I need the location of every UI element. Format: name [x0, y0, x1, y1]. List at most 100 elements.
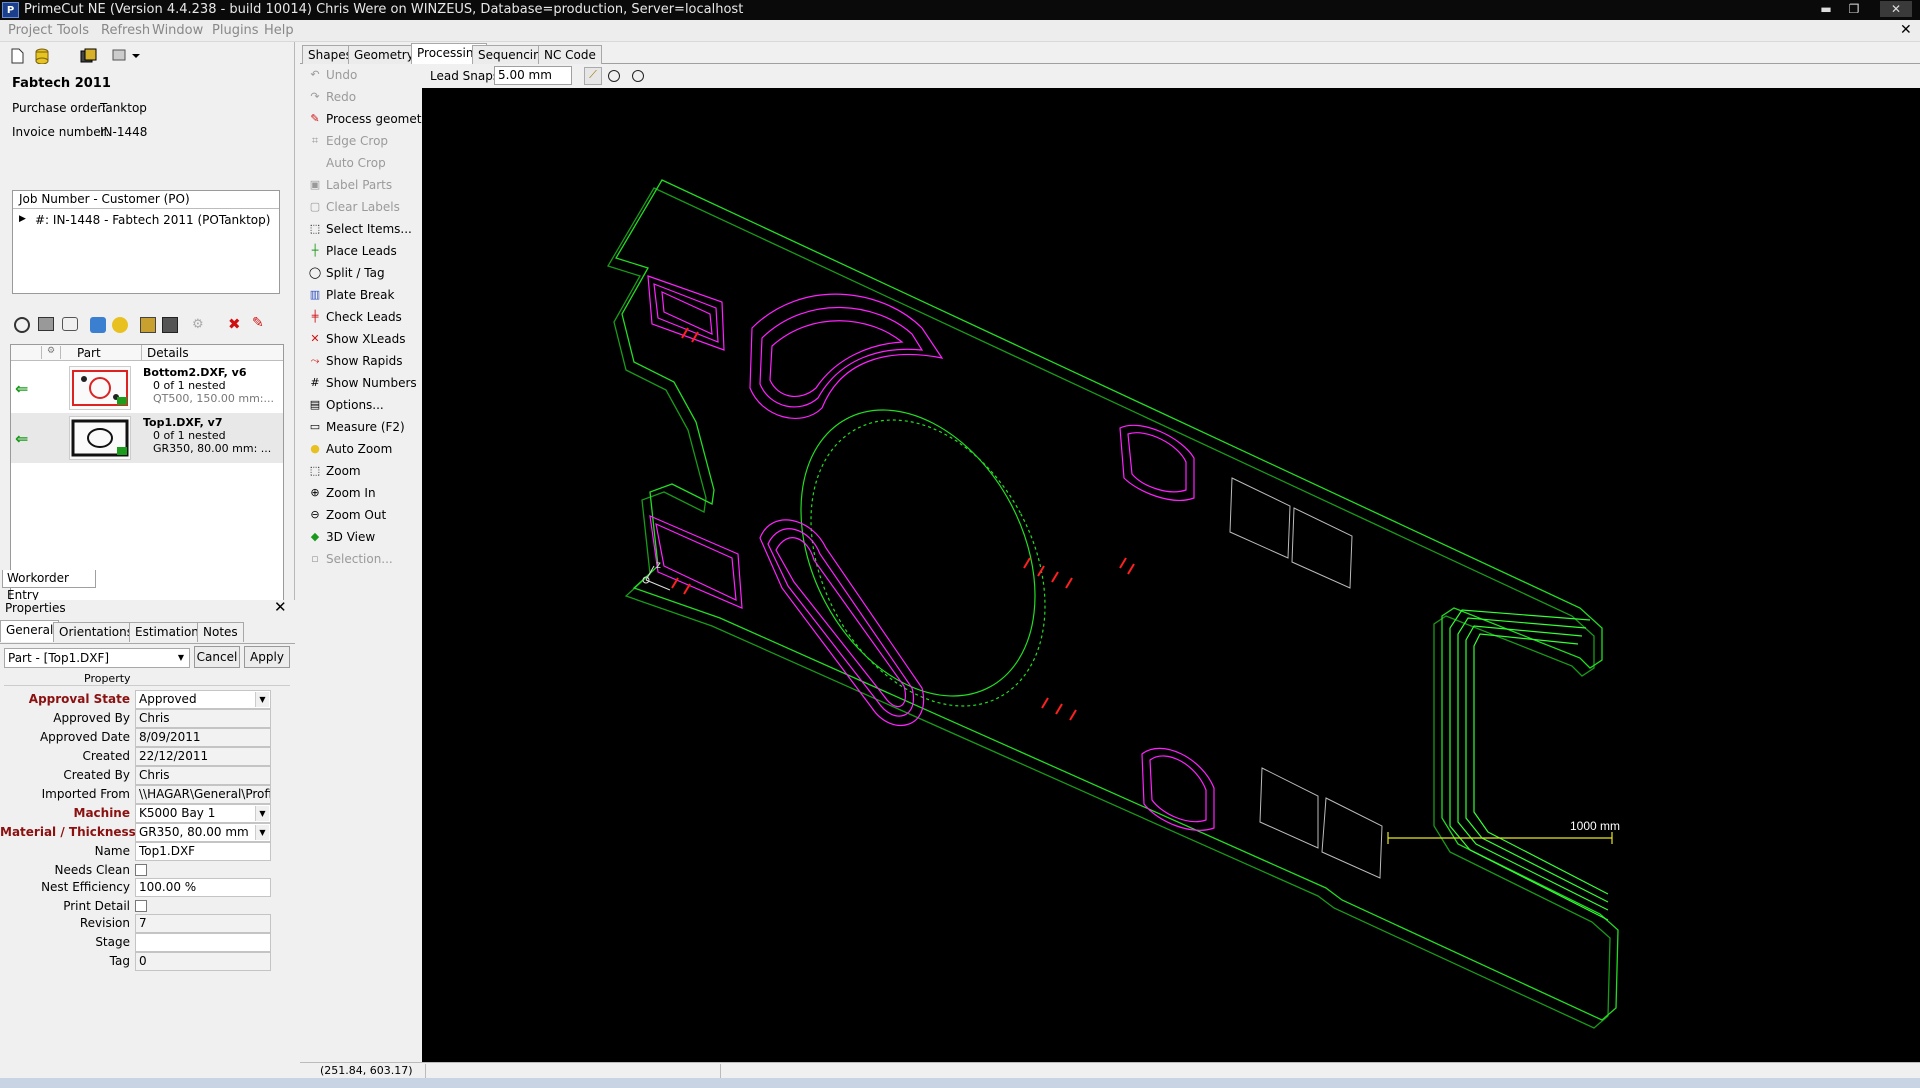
- job-tree-header[interactable]: Job Number - Customer (PO): [13, 191, 279, 209]
- command-show-xleads[interactable]: ✕ Show XLeads: [308, 328, 405, 350]
- property-value[interactable]: Chris: [135, 709, 271, 728]
- chevron-down-icon[interactable]: ▼: [174, 650, 188, 665]
- chevron-down-icon[interactable]: ▼: [255, 692, 269, 707]
- circle-part-icon[interactable]: [112, 317, 128, 333]
- company-name: Fabtech 2011: [12, 76, 111, 91]
- command-select-items[interactable]: ⬚ Select Items...: [308, 218, 412, 240]
- expand-arrow-icon[interactable]: ▶: [19, 214, 26, 224]
- command-show-numbers[interactable]: # Show Numbers: [308, 372, 416, 394]
- property-checkbox[interactable]: [135, 900, 147, 912]
- command-zoom-in[interactable]: ⊕ Zoom In: [308, 482, 375, 504]
- command-measure-f2[interactable]: ▭ Measure (F2): [308, 416, 405, 438]
- restore-icon[interactable]: ❐: [1844, 1, 1864, 17]
- object-selector[interactable]: Part - [Top1.DXF] ▼: [4, 648, 190, 668]
- command-edge-crop[interactable]: ⌗ Edge Crop: [308, 130, 388, 152]
- export-dropdown-icon[interactable]: [112, 48, 142, 66]
- link-icon[interactable]: [62, 317, 78, 331]
- menu-plugins[interactable]: Plugins: [212, 23, 259, 38]
- cancel-button[interactable]: Cancel: [194, 646, 240, 668]
- property-value[interactable]: 7: [135, 914, 271, 933]
- nest-icon[interactable]: [80, 48, 98, 66]
- part-row[interactable]: ⇐ Bottom2.DXF, v6 0 of 1 nested QT500, 1…: [11, 363, 283, 413]
- apply-button[interactable]: Apply: [244, 646, 290, 668]
- snap-circle-icon[interactable]: [632, 70, 644, 82]
- menu-window[interactable]: Window: [152, 23, 203, 38]
- part-column-header[interactable]: Part: [77, 346, 101, 360]
- menu-help[interactable]: Help: [264, 23, 294, 38]
- command-zoom-out[interactable]: ⊖ Zoom Out: [308, 504, 386, 526]
- job-tree-item[interactable]: #: IN-1448 - Fabtech 2011 (POTanktop): [35, 213, 270, 227]
- command-check-leads[interactable]: ╪ Check Leads: [308, 306, 402, 328]
- command-3d-view[interactable]: ◆ 3D View: [308, 526, 375, 548]
- tab-geometry[interactable]: Geometry: [348, 45, 420, 64]
- snap-center-icon[interactable]: [608, 70, 620, 82]
- wrench-icon[interactable]: ✎: [252, 315, 264, 331]
- mdi-close-icon[interactable]: ✕: [1900, 22, 1912, 38]
- menu-refresh[interactable]: Refresh: [101, 23, 150, 38]
- tab-workorder-entry[interactable]: Workorder Entry: [2, 570, 96, 602]
- command-undo[interactable]: ↶ Undo: [308, 64, 357, 86]
- chevron-down-icon[interactable]: ▼: [255, 806, 269, 821]
- property-value[interactable]: 22/12/2011: [135, 747, 271, 766]
- minimize-icon[interactable]: ▬: [1816, 1, 1836, 17]
- command-split-tag[interactable]: ◯ Split / Tag: [308, 262, 385, 284]
- command-auto-crop[interactable]: Auto Crop: [308, 152, 386, 174]
- command-pane: ↶ Undo ↷ Redo ✎ Process geometry ⌗ Edge Crop Aut…: [300, 64, 434, 1064]
- property-value[interactable]: Approved ▼: [135, 690, 271, 709]
- part-row[interactable]: ⇐ Top1.DXF, v7 0 of 1 nested GR350, 80.0…: [11, 413, 283, 463]
- close-icon[interactable]: ✕: [1880, 1, 1912, 17]
- tab-notes[interactable]: Notes: [197, 622, 244, 642]
- property-value[interactable]: GR350, 80.00 mm ▼: [135, 823, 271, 842]
- new-document-icon[interactable]: [10, 48, 28, 66]
- command-place-leads[interactable]: ┼ Place Leads: [308, 240, 397, 262]
- command-zoom[interactable]: ⬚ Zoom: [308, 460, 361, 482]
- delete-part-icon[interactable]: ✖: [228, 315, 241, 333]
- database-icon[interactable]: [34, 48, 52, 66]
- assembly-icon[interactable]: [162, 317, 178, 333]
- property-checkbox[interactable]: [135, 864, 147, 876]
- command-label-parts[interactable]: ▣ Label Parts: [308, 174, 392, 196]
- command-redo[interactable]: ↷ Redo: [308, 86, 356, 108]
- tab-nc-code[interactable]: NC Code: [538, 45, 602, 64]
- part-geometry-view[interactable]: 1000 mm z: [422, 88, 1920, 1062]
- command-auto-zoom[interactable]: ● Auto Zoom: [308, 438, 392, 460]
- command-process-geometry[interactable]: ✎ Process geometry: [308, 108, 433, 130]
- command-show-rapids[interactable]: ⤳ Show Rapids: [308, 350, 403, 372]
- menu-project[interactable]: Project: [8, 23, 52, 38]
- property-value[interactable]: Chris: [135, 766, 271, 785]
- details-column-header[interactable]: Details: [147, 346, 189, 360]
- label-icon: ▣: [309, 178, 321, 191]
- target-icon[interactable]: [14, 317, 30, 333]
- command-plate-break[interactable]: ▥ Plate Break: [308, 284, 395, 306]
- blank-icon: [308, 156, 322, 170]
- property-value[interactable]: 8/09/2011: [135, 728, 271, 747]
- property-value[interactable]: [135, 933, 271, 952]
- copy-part-icon[interactable]: [38, 317, 54, 331]
- lead-snaps-input[interactable]: 5.00 mm: [494, 66, 572, 85]
- tab-estimation[interactable]: Estimation: [129, 622, 205, 642]
- property-value[interactable]: K5000 Bay 1 ▼: [135, 804, 271, 823]
- property-value[interactable]: Top1.DXF: [135, 842, 271, 861]
- close-properties-icon[interactable]: ✕: [274, 598, 287, 616]
- property-value[interactable]: 100.00 %: [135, 878, 271, 897]
- command-selection[interactable]: ▫ Selection...: [308, 548, 392, 570]
- command-clear-labels[interactable]: ▢ Clear Labels: [308, 196, 400, 218]
- menu-tools[interactable]: Tools: [57, 23, 89, 38]
- selection-icon: ▫: [311, 552, 319, 565]
- tab-orientations[interactable]: Orientations: [53, 622, 139, 642]
- property-label: Approved Date: [39, 730, 130, 744]
- snap-line-icon[interactable]: ⟋: [584, 67, 602, 85]
- status-column-icon[interactable]: ⚙: [41, 346, 61, 359]
- property-row: Stage: [0, 933, 280, 952]
- tab-general[interactable]: General: [0, 620, 60, 642]
- part-list[interactable]: ⚙ Part Details ⇐ Bottom2.DXF, v6 0 of 1 …: [10, 344, 284, 606]
- command-options[interactable]: ▤ Options...: [308, 394, 384, 416]
- numbers-icon: #: [310, 376, 320, 389]
- 3d-viewport[interactable]: 1000 mm z: [422, 88, 1920, 1062]
- chevron-down-icon[interactable]: ▼: [255, 825, 269, 840]
- import-part-icon[interactable]: [90, 317, 106, 333]
- property-value[interactable]: 0: [135, 952, 271, 971]
- nest-part-icon[interactable]: [140, 317, 156, 333]
- property-value[interactable]: \\HAGAR\General\Profile: [135, 785, 271, 804]
- job-tree[interactable]: Job Number - Customer (PO) ▶ #: IN-1448 …: [12, 190, 280, 294]
